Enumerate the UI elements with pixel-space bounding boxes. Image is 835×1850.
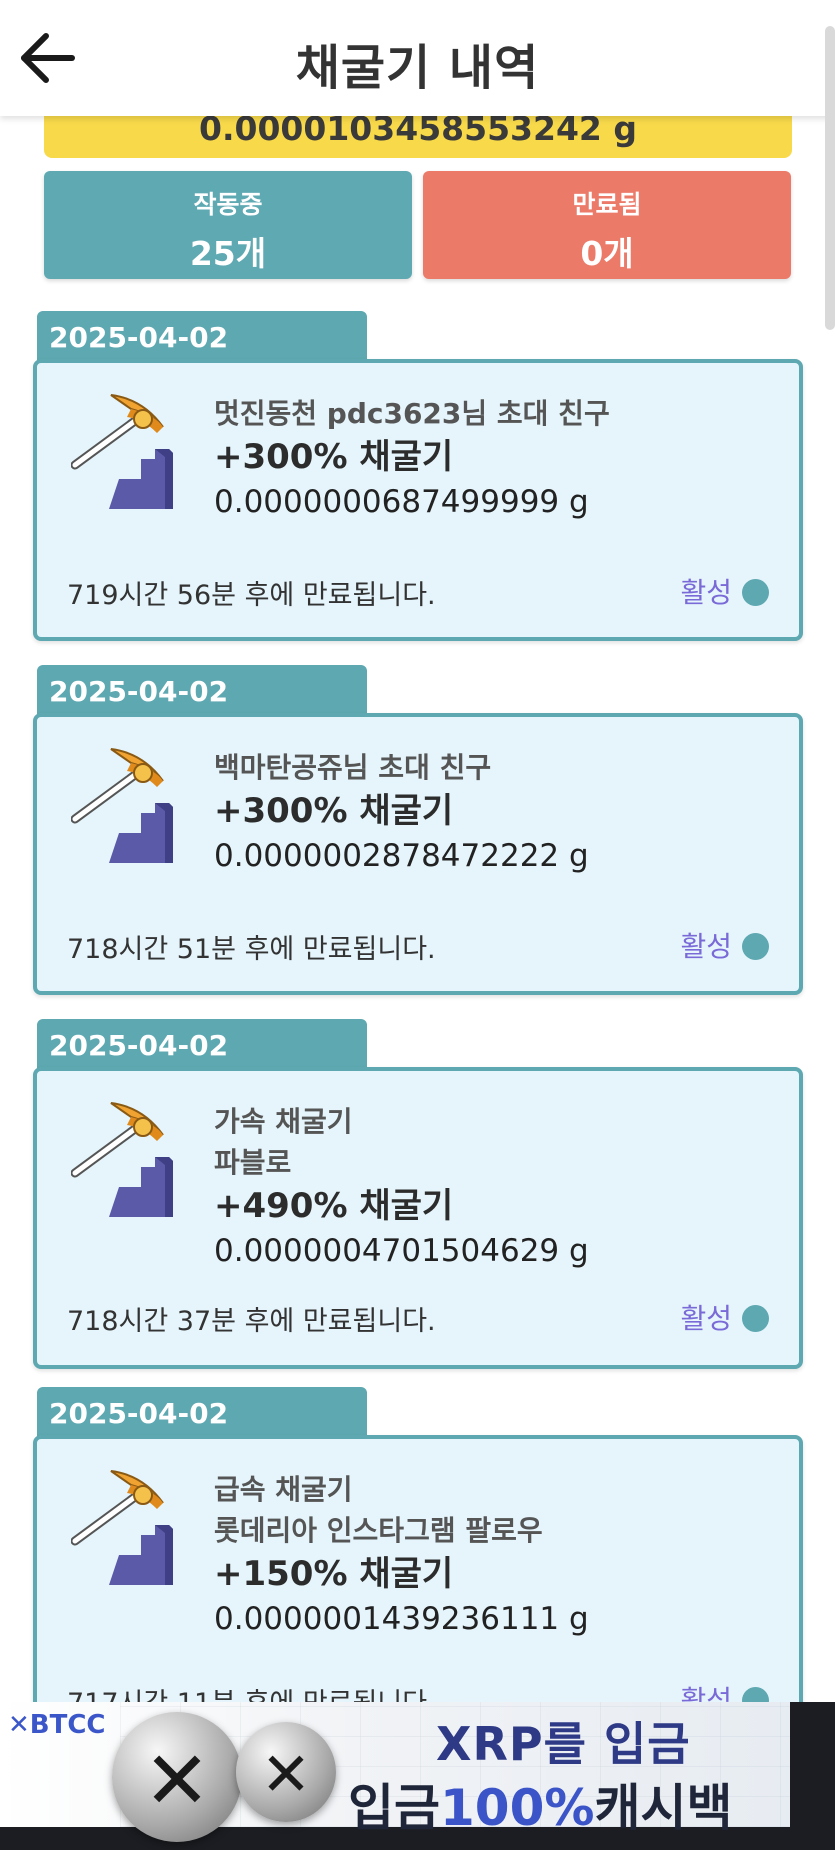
expire-text: 719시간 56분 후에 만료됩니다. (67, 580, 436, 611)
miner-subtitle: 롯데리아 인스타그램 팔로우 (214, 1514, 543, 1547)
expired-miners-card[interactable]: 만료됨 0개 (423, 171, 791, 279)
miner-card[interactable]: 백마탄공쥬님 초대 친구 +300% 채굴기 0.000000287847222… (33, 713, 803, 995)
ad-brand: BTCC (29, 1710, 106, 1740)
ad-banner[interactable]: ✕BTCC ✕ ✕ XRP를 입금 입금100%캐시백 (0, 1702, 835, 1850)
status-indicator: 활성 (680, 571, 769, 611)
status-dot-icon (742, 1305, 769, 1332)
miner-card[interactable]: 급속 채굴기 롯데리아 인스타그램 팔로우 +150% 채굴기 0.000000… (33, 1435, 803, 1737)
ad-line2-suffix: 캐시백 (594, 1779, 733, 1837)
miner-card[interactable]: 멋진동천 pdc3623님 초대 친구 +300% 채굴기 0.00000006… (33, 359, 803, 641)
ad-brand-logo: ✕BTCC (8, 1710, 106, 1740)
active-count: 25개 (189, 234, 267, 273)
pickaxe-miner-icon (71, 748, 173, 863)
xrp-coin-icon: ✕ (236, 1722, 336, 1822)
miner-subtitle: 멋진동천 pdc3623님 초대 친구 (214, 397, 610, 430)
miner-info: 급속 채굴기 롯데리아 인스타그램 팔로우 +150% 채굴기 0.000000… (214, 1469, 589, 1641)
miner-amount: 0.0000000687499999 g (214, 484, 589, 520)
miner-amount: 0.0000002878472222 g (214, 838, 589, 874)
miner-subtitle: 백마탄공쥬님 초대 친구 (214, 751, 492, 784)
ad-image: ✕BTCC ✕ ✕ XRP를 입금 입금100%캐시백 (0, 1702, 790, 1842)
expire-text: 718시간 51분 후에 만료됩니다. (67, 934, 436, 965)
active-miners-card[interactable]: 작동중 25개 (44, 171, 412, 279)
ad-line2-highlight: 100% (440, 1779, 595, 1837)
page-title: 채굴기 내역 (295, 40, 540, 96)
expire-text: 718시간 37분 후에 만료됩니다. (67, 1306, 436, 1337)
ad-line2-prefix: 입금 (348, 1779, 440, 1837)
entry-date-tab: 2025-04-02 09:23:01 (37, 311, 367, 387)
miner-rate: +300% 채굴기 (214, 437, 454, 477)
expired-label: 만료됨 (572, 190, 642, 219)
status-label: 활성 (680, 930, 732, 963)
miner-info: 멋진동천 pdc3623님 초대 친구 +300% 채굴기 0.00000006… (214, 393, 610, 524)
status-indicator: 활성 (680, 925, 769, 965)
miner-rate: +300% 채굴기 (214, 791, 454, 831)
miner-amount: 0.0000004701504629 g (214, 1233, 589, 1269)
entry-date-tab: 2025-04-02 08:04:02 (37, 1019, 367, 1095)
app-header: 채굴기 내역 (0, 0, 835, 116)
status-label: 활성 (680, 576, 732, 609)
miner-amount: 0.0000001439236111 g (214, 1601, 589, 1637)
status-indicator: 활성 (680, 1297, 769, 1337)
status-dot-icon (742, 579, 769, 606)
miner-rate: +490% 채굴기 (214, 1186, 454, 1226)
entry-date-tab: 2025-04-02 06:38:02 (37, 1387, 367, 1463)
pickaxe-miner-icon (71, 394, 173, 509)
ad-subheadline: 입금100%캐시백 (348, 1768, 732, 1840)
miner-subtitle: 가속 채굴기 (214, 1105, 353, 1138)
miner-subtitle: 파블로 (214, 1146, 292, 1179)
xrp-coin-icon: ✕ (112, 1712, 242, 1842)
entry-date-tab: 2025-04-02 08:17:36 (37, 665, 367, 741)
ad-headline: XRP를 입금 (436, 1717, 691, 1771)
miner-rate: +150% 채굴기 (214, 1554, 454, 1594)
miner-subtitle: 급속 채굴기 (214, 1473, 353, 1506)
active-label: 작동중 (193, 190, 263, 219)
miner-info: 가속 채굴기 파블로 +490% 채굴기 0.0000004701504629 … (214, 1101, 589, 1273)
expired-count: 0개 (580, 234, 634, 273)
pickaxe-miner-icon (71, 1102, 173, 1217)
miner-card[interactable]: 가속 채굴기 파블로 +490% 채굴기 0.0000004701504629 … (33, 1067, 803, 1369)
miner-info: 백마탄공쥬님 초대 친구 +300% 채굴기 0.000000287847222… (214, 747, 589, 878)
scrollbar[interactable] (825, 26, 835, 330)
status-label: 활성 (680, 1302, 732, 1335)
status-dot-icon (742, 933, 769, 960)
pickaxe-miner-icon (71, 1470, 173, 1585)
